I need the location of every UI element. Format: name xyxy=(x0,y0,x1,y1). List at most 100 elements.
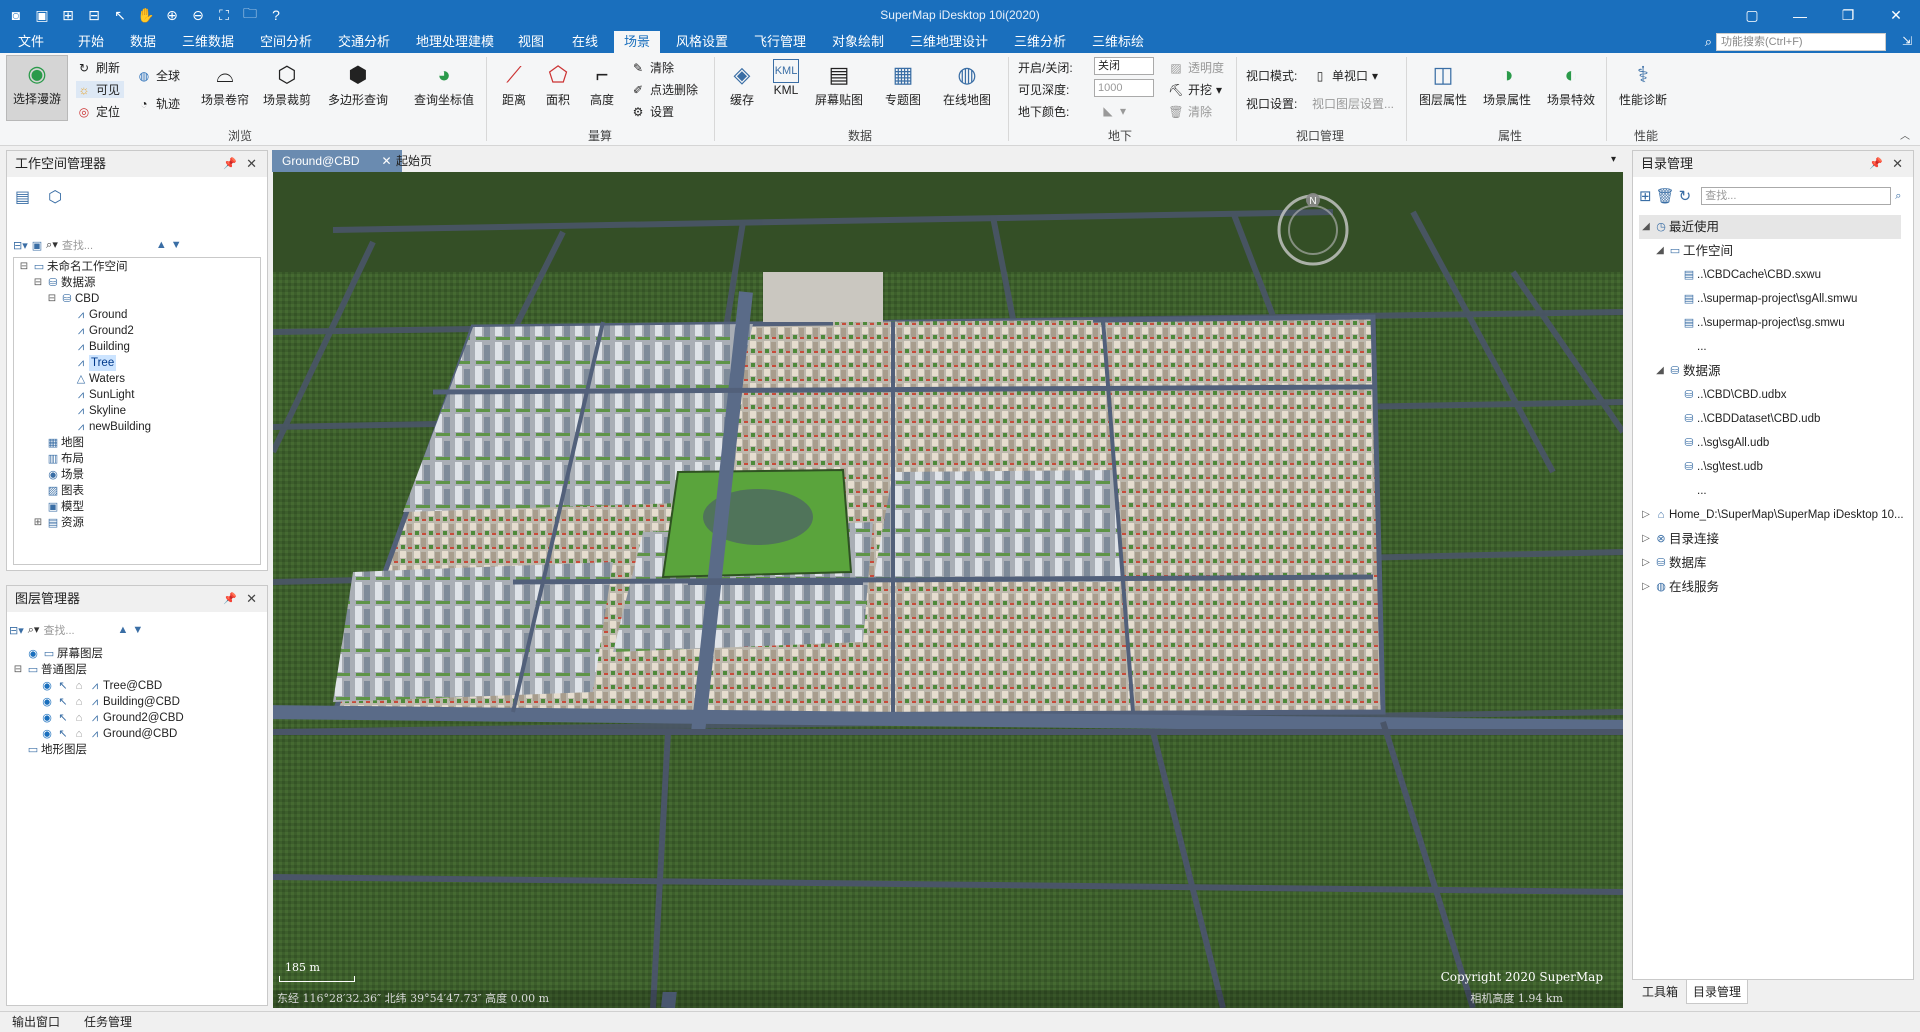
measure-settings-button[interactable]: ⚙ 设置 xyxy=(630,103,674,120)
layer-item[interactable]: ◉ ↖ ⌂ ⩘ Tree@CBD xyxy=(11,678,184,694)
dataset-item[interactable]: △ Waters xyxy=(17,371,151,387)
recent-workspace-item[interactable]: ▤ ..\CBDCache\CBD.sxwu xyxy=(1639,263,1904,287)
area-button[interactable]: ⬠ 面积 xyxy=(538,59,578,108)
collapse-icon[interactable]: ⊟ xyxy=(45,291,59,307)
layer-group-normal[interactable]: ⊟ ▭ 普通图层 xyxy=(11,662,184,678)
online-service-node[interactable]: ▷ ◍ 在线服务 xyxy=(1639,575,1904,599)
recent-workspace-item[interactable]: ▤ ..\supermap-project\sg.smwu xyxy=(1639,311,1904,335)
menu-3d-design[interactable]: 三维地理设计 xyxy=(900,31,998,53)
tree-node-charts[interactable]: ▨ 图表 xyxy=(17,483,151,499)
underground-toggle-select[interactable]: 关闭 xyxy=(1094,57,1154,75)
select-arrow-icon[interactable]: ↖ xyxy=(55,678,71,694)
function-search-input[interactable]: 功能搜索(Ctrl+F) xyxy=(1716,33,1886,51)
track-button[interactable]: ◔ 轨迹 xyxy=(136,95,180,112)
menu-geoprocessing[interactable]: 地理处理建模 xyxy=(406,31,504,53)
scene-props-button[interactable]: ◑ 场景属性 xyxy=(1478,59,1536,108)
layer-item[interactable]: ◉ ↖ ⌂ ⩘ Ground@CBD xyxy=(11,726,184,742)
menu-start[interactable]: 开始 xyxy=(68,31,114,53)
collapse-icon[interactable]: ⊟ xyxy=(11,662,25,678)
menu-draw[interactable]: 对象绘制 xyxy=(822,31,894,53)
eye-icon[interactable]: ◉ xyxy=(39,694,55,710)
recent-datasource-item[interactable]: ⛁ ..\CBDDataset\CBD.udb xyxy=(1639,407,1904,431)
excavate-button[interactable]: ⛏ 开挖 ▾ xyxy=(1168,81,1222,98)
recent-node[interactable]: ◢ ◷ 最近使用 xyxy=(1639,215,1901,239)
layer-props-button[interactable]: ◫ 图层属性 xyxy=(1414,59,1472,108)
home-node[interactable]: ▷ ⌂ Home_D:\SuperMap\SuperMap iDesktop 10.… xyxy=(1639,503,1903,527)
refresh-button[interactable]: ↻ 刷新 xyxy=(76,59,120,76)
expand-triangle-icon[interactable]: ▷ xyxy=(1639,505,1653,525)
layer-item[interactable]: ◉ ↖ ⌂ ⩘ Ground2@CBD xyxy=(11,710,184,726)
dataset-item[interactable]: ⩘ SunLight xyxy=(17,387,151,403)
menu-view[interactable]: 视图 xyxy=(508,31,554,53)
close-icon[interactable]: ✕ xyxy=(246,586,257,612)
eye-icon[interactable]: ◉ xyxy=(25,646,41,662)
tree-node-models[interactable]: ▣ 模型 xyxy=(17,499,151,515)
menu-spatial-analysis[interactable]: 空间分析 xyxy=(250,31,322,53)
recent-workspace-more[interactable]: ... xyxy=(1639,335,1904,359)
tab-output-window[interactable]: 输出窗口 xyxy=(6,1012,66,1032)
dataset-item[interactable]: ⩘ Ground xyxy=(17,307,151,323)
layer-group-screen[interactable]: ◉ ▭ 屏幕图层 xyxy=(11,646,184,662)
next-icon[interactable]: ▼ xyxy=(132,624,143,636)
kml-button[interactable]: KML KML xyxy=(766,59,806,97)
tab-toolbox[interactable]: 工具箱 xyxy=(1636,980,1684,1004)
delete-icon[interactable]: 🗑 xyxy=(1656,187,1675,205)
scene-view[interactable]: N 185 m Copyright 2020 SuperMap 东经 116°2… xyxy=(273,172,1623,1008)
properties-icon[interactable]: ▣ xyxy=(32,239,42,252)
visible-button[interactable]: ☼ 可见 xyxy=(76,81,125,98)
prev-icon[interactable]: ▲ xyxy=(156,239,167,251)
workspace-3d-icon[interactable]: ⬡ xyxy=(48,187,62,207)
workspace-search-input[interactable]: 查找... xyxy=(62,237,152,253)
menu-file[interactable]: 文件 xyxy=(8,31,54,53)
find-icon[interactable]: ⌕▾ xyxy=(28,623,40,637)
database-node[interactable]: ▷ ⛁ 数据库 xyxy=(1639,551,1904,575)
menu-3d-data[interactable]: 三维数据 xyxy=(172,31,244,53)
tree-node-workspace[interactable]: ⊟ ▭ 未命名工作空间 xyxy=(17,259,151,275)
prev-icon[interactable]: ▲ xyxy=(117,624,128,636)
tree-node-cbd[interactable]: ⊟ ⛁ CBD xyxy=(17,291,151,307)
close-icon[interactable]: ✕ xyxy=(1892,151,1903,177)
menu-3d-analysis[interactable]: 三维分析 xyxy=(1004,31,1076,53)
locate-button[interactable]: ◎ 定位 xyxy=(76,103,120,120)
eye-icon[interactable]: ◉ xyxy=(39,710,55,726)
menu-online[interactable]: 在线 xyxy=(562,31,608,53)
next-icon[interactable]: ▼ xyxy=(171,239,182,251)
search-icon[interactable]: ⌕ xyxy=(1895,190,1901,203)
collapse-triangle-icon[interactable]: ◢ xyxy=(1653,241,1667,261)
menu-scene[interactable]: 场景 xyxy=(614,31,661,53)
tab-catalog[interactable]: 目录管理 xyxy=(1686,980,1749,1004)
workspace-tree-icon[interactable]: ▤ xyxy=(15,187,30,207)
pin-icon[interactable]: 📌 xyxy=(1869,151,1883,177)
recent-datasource-item[interactable]: ⛁ ..\CBD\CBD.udbx xyxy=(1639,383,1904,407)
thematic-map-button[interactable]: ▦ 专题图 xyxy=(876,59,930,108)
viewport-mode-select[interactable]: ▯ 单视口 ▾ xyxy=(1312,67,1378,84)
recent-workspace-item[interactable]: ▤ ..\supermap-project\sgAll.smwu xyxy=(1639,287,1904,311)
restore-ribbon-icon[interactable]: ▢ xyxy=(1728,0,1776,31)
close-icon[interactable]: ✕ xyxy=(1872,0,1920,31)
select-arrow-icon[interactable]: ↖ xyxy=(55,710,71,726)
select-roam-button[interactable]: ◉ 选择漫游 xyxy=(6,55,68,121)
layer-group-terrain[interactable]: ▭ 地形图层 xyxy=(11,742,184,758)
collapse-ribbon-icon[interactable]: ︿ xyxy=(1900,127,1910,142)
lock-icon[interactable]: ⌂ xyxy=(71,694,87,710)
point-delete-button[interactable]: ✐ 点选删除 xyxy=(630,81,698,98)
catalog-search-input[interactable]: 查找... xyxy=(1701,187,1892,205)
query-coord-button[interactable]: ◕ 查询坐标值 xyxy=(408,59,480,108)
tab-start-page[interactable]: 起始页 xyxy=(386,150,442,172)
collapse-triangle-icon[interactable]: ◢ xyxy=(1639,217,1653,237)
recent-workspace-node[interactable]: ◢ ▭ 工作空间 xyxy=(1639,239,1904,263)
new-folder-icon[interactable]: ⊞ xyxy=(1639,187,1652,205)
add-layer-icon[interactable]: ⊟▾ xyxy=(9,624,24,637)
recent-datasource-item[interactable]: ⛁ ..\sg\sgAll.udb xyxy=(1639,431,1904,455)
menu-data[interactable]: 数据 xyxy=(120,31,166,53)
tree-node-datasources[interactable]: ⊟ ⛁ 数据源 xyxy=(17,275,151,291)
expand-triangle-icon[interactable]: ▷ xyxy=(1639,553,1653,573)
pin-ribbon-icon[interactable]: ⇲ xyxy=(1902,34,1912,48)
transparency-button[interactable]: ▨ 透明度 xyxy=(1168,59,1224,76)
dataset-item[interactable]: ⩘ Skyline xyxy=(17,403,151,419)
tree-node-resources[interactable]: ⊞ ▤ 资源 xyxy=(17,515,151,531)
collapse-triangle-icon[interactable]: ◢ xyxy=(1653,361,1667,381)
close-icon[interactable]: ✕ xyxy=(246,151,257,177)
dataset-item[interactable]: ⩘ Building xyxy=(17,339,151,355)
expand-triangle-icon[interactable]: ▷ xyxy=(1639,577,1653,597)
